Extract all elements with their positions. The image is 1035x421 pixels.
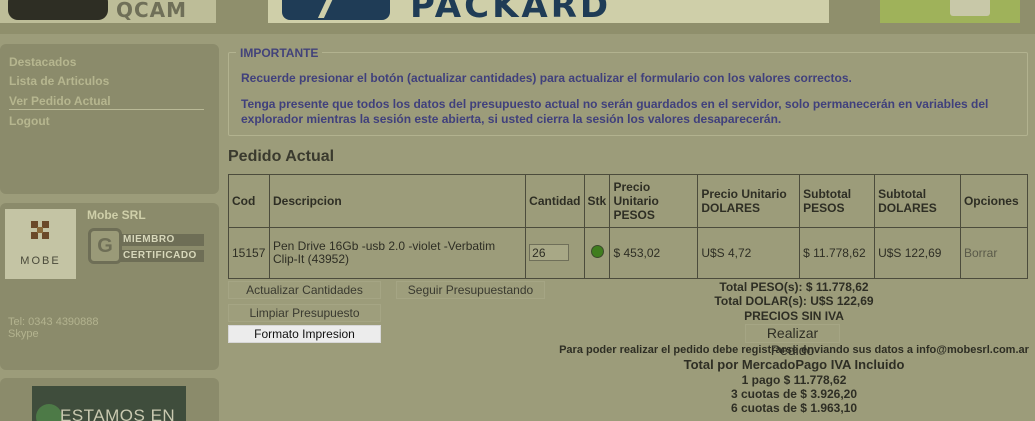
page-title: Pedido Actual (228, 148, 335, 165)
stock-status-icon (590, 244, 604, 258)
seguir-presupuestando-button[interactable]: Seguir Presupuestando (396, 281, 545, 299)
estamos-en-text: ESTAMOS EN (60, 406, 176, 421)
company-info-panel: MOBE Mobe SRL G MIEMBRO CERTIFICADO Tel:… (0, 203, 219, 370)
social-banner-panel: ESTAMOS EN (0, 378, 219, 421)
quantity-input[interactable] (529, 244, 570, 262)
actualizar-cantidades-button[interactable]: Actualizar Cantidades (228, 281, 381, 299)
mobe-logo-text: MOBE (20, 255, 61, 267)
sidebar-menu-panel: Destacados Lista de Articulos Ver Pedido… (0, 44, 219, 194)
importante-line-1: Recuerde presionar el botón (actualizar … (241, 71, 852, 85)
cuotas-6: 6 cuotas de $ 1.963,10 (730, 401, 858, 415)
precios-sin-iva: PRECIOS SIN IVA (744, 309, 844, 323)
col-header-descripcion: Descripcion (268, 174, 527, 228)
estamos-en-banner[interactable]: ESTAMOS EN (32, 386, 186, 421)
hp-banner[interactable]: PACKARD (268, 0, 829, 23)
borrar-link[interactable]: Borrar (959, 226, 1029, 279)
cell-stk (583, 226, 611, 279)
col-header-subtotal-pesos: Subtotal PESOS (799, 174, 876, 228)
formato-impresion-button[interactable]: Formato Impresion (228, 325, 381, 343)
cert-line-2: CERTIFICADO (120, 250, 204, 262)
cell-subtotal-dolares: U$S 122,69 (874, 226, 961, 279)
sidebar-item-destacados[interactable]: Destacados (9, 55, 204, 69)
cell-precio-pesos: $ 453,02 (609, 226, 699, 279)
cuotas-3: 3 cuotas de $ 3.926,20 (730, 387, 858, 401)
registro-notice: Para poder realizar el pedido debe regis… (559, 344, 1029, 356)
mobe-mark-icon (31, 221, 49, 239)
importante-line-2: Tenga presente que todos los datos del p… (241, 97, 989, 111)
company-skype: Skype (8, 328, 39, 340)
social-circle-icon (36, 404, 62, 421)
sidebar-item-lista-articulos[interactable]: Lista de Articulos (9, 74, 204, 88)
cell-subtotal-pesos: $ 11.778,62 (799, 226, 876, 279)
cell-precio-dolares: U$S 4,72 (697, 226, 801, 279)
col-header-precio-dolares: Precio Unitario DOLARES (697, 174, 801, 228)
importante-line-3: explorador mientras la sesión este abier… (241, 112, 782, 126)
pedido-table: Cod Descripcion Cantidad Stk Precio Unit… (228, 174, 1029, 279)
mercadopago-title: Total por MercadoPago IVA Incluido (683, 357, 905, 372)
col-header-cantidad: Cantidad (525, 174, 585, 228)
cert-line-1: MIEMBRO (120, 234, 204, 246)
table-header-row: Cod Descripcion Cantidad Stk Precio Unit… (228, 174, 1029, 228)
header-banner-strip: QCAM 6000 PACKARD (0, 0, 1035, 34)
col-header-subtotal-dolares: Subtotal DOLARES (874, 174, 961, 228)
pago-1: 1 pago $ 11.778,62 (741, 373, 847, 387)
cell-cod: 15157 (228, 226, 270, 279)
table-row: 15157 Pen Drive 16Gb -usb 2.0 -violet -V… (228, 226, 1029, 279)
col-header-precio-pesos: Precio Unitario PESOS (609, 174, 699, 228)
certified-member-badge: G MIEMBRO CERTIFICADO (88, 226, 204, 266)
webcam-image (8, 0, 108, 20)
col-header-opciones: Opciones (959, 174, 1029, 228)
mobe-logo: MOBE (5, 209, 76, 279)
cell-cantidad (525, 226, 585, 279)
limpiar-presupuesto-button[interactable]: Limpiar Presupuesto (228, 304, 381, 322)
total-dolares: Total DOLAR(s): U$S 122,69 (714, 294, 874, 308)
company-phone: Tel: 0343 4390888 (8, 316, 99, 328)
product-banner[interactable] (880, 0, 1020, 23)
product-box-image (950, 0, 990, 16)
qcam-banner-text: QCAM 6000 (116, 0, 188, 23)
company-name: Mobe SRL (87, 208, 146, 222)
col-header-cod: Cod (228, 174, 270, 228)
qcam-banner[interactable]: QCAM 6000 (0, 0, 216, 23)
total-pesos: Total PESO(s): $ 11.778,62 (719, 280, 869, 294)
cell-descripcion: Pen Drive 16Gb -usb 2.0 -violet -Verbati… (268, 226, 527, 279)
cert-g-icon: G (88, 228, 122, 264)
sidebar-item-logout[interactable]: Logout (9, 114, 204, 128)
hp-logo-icon (282, 0, 390, 20)
importante-legend: IMPORTANTE (236, 46, 323, 60)
col-header-stk: Stk (583, 174, 611, 228)
realizar-pedido-button[interactable]: Realizar Pedido (745, 324, 840, 358)
packard-banner-text: PACKARD (410, 0, 612, 23)
sidebar-item-ver-pedido[interactable]: Ver Pedido Actual (9, 94, 204, 110)
